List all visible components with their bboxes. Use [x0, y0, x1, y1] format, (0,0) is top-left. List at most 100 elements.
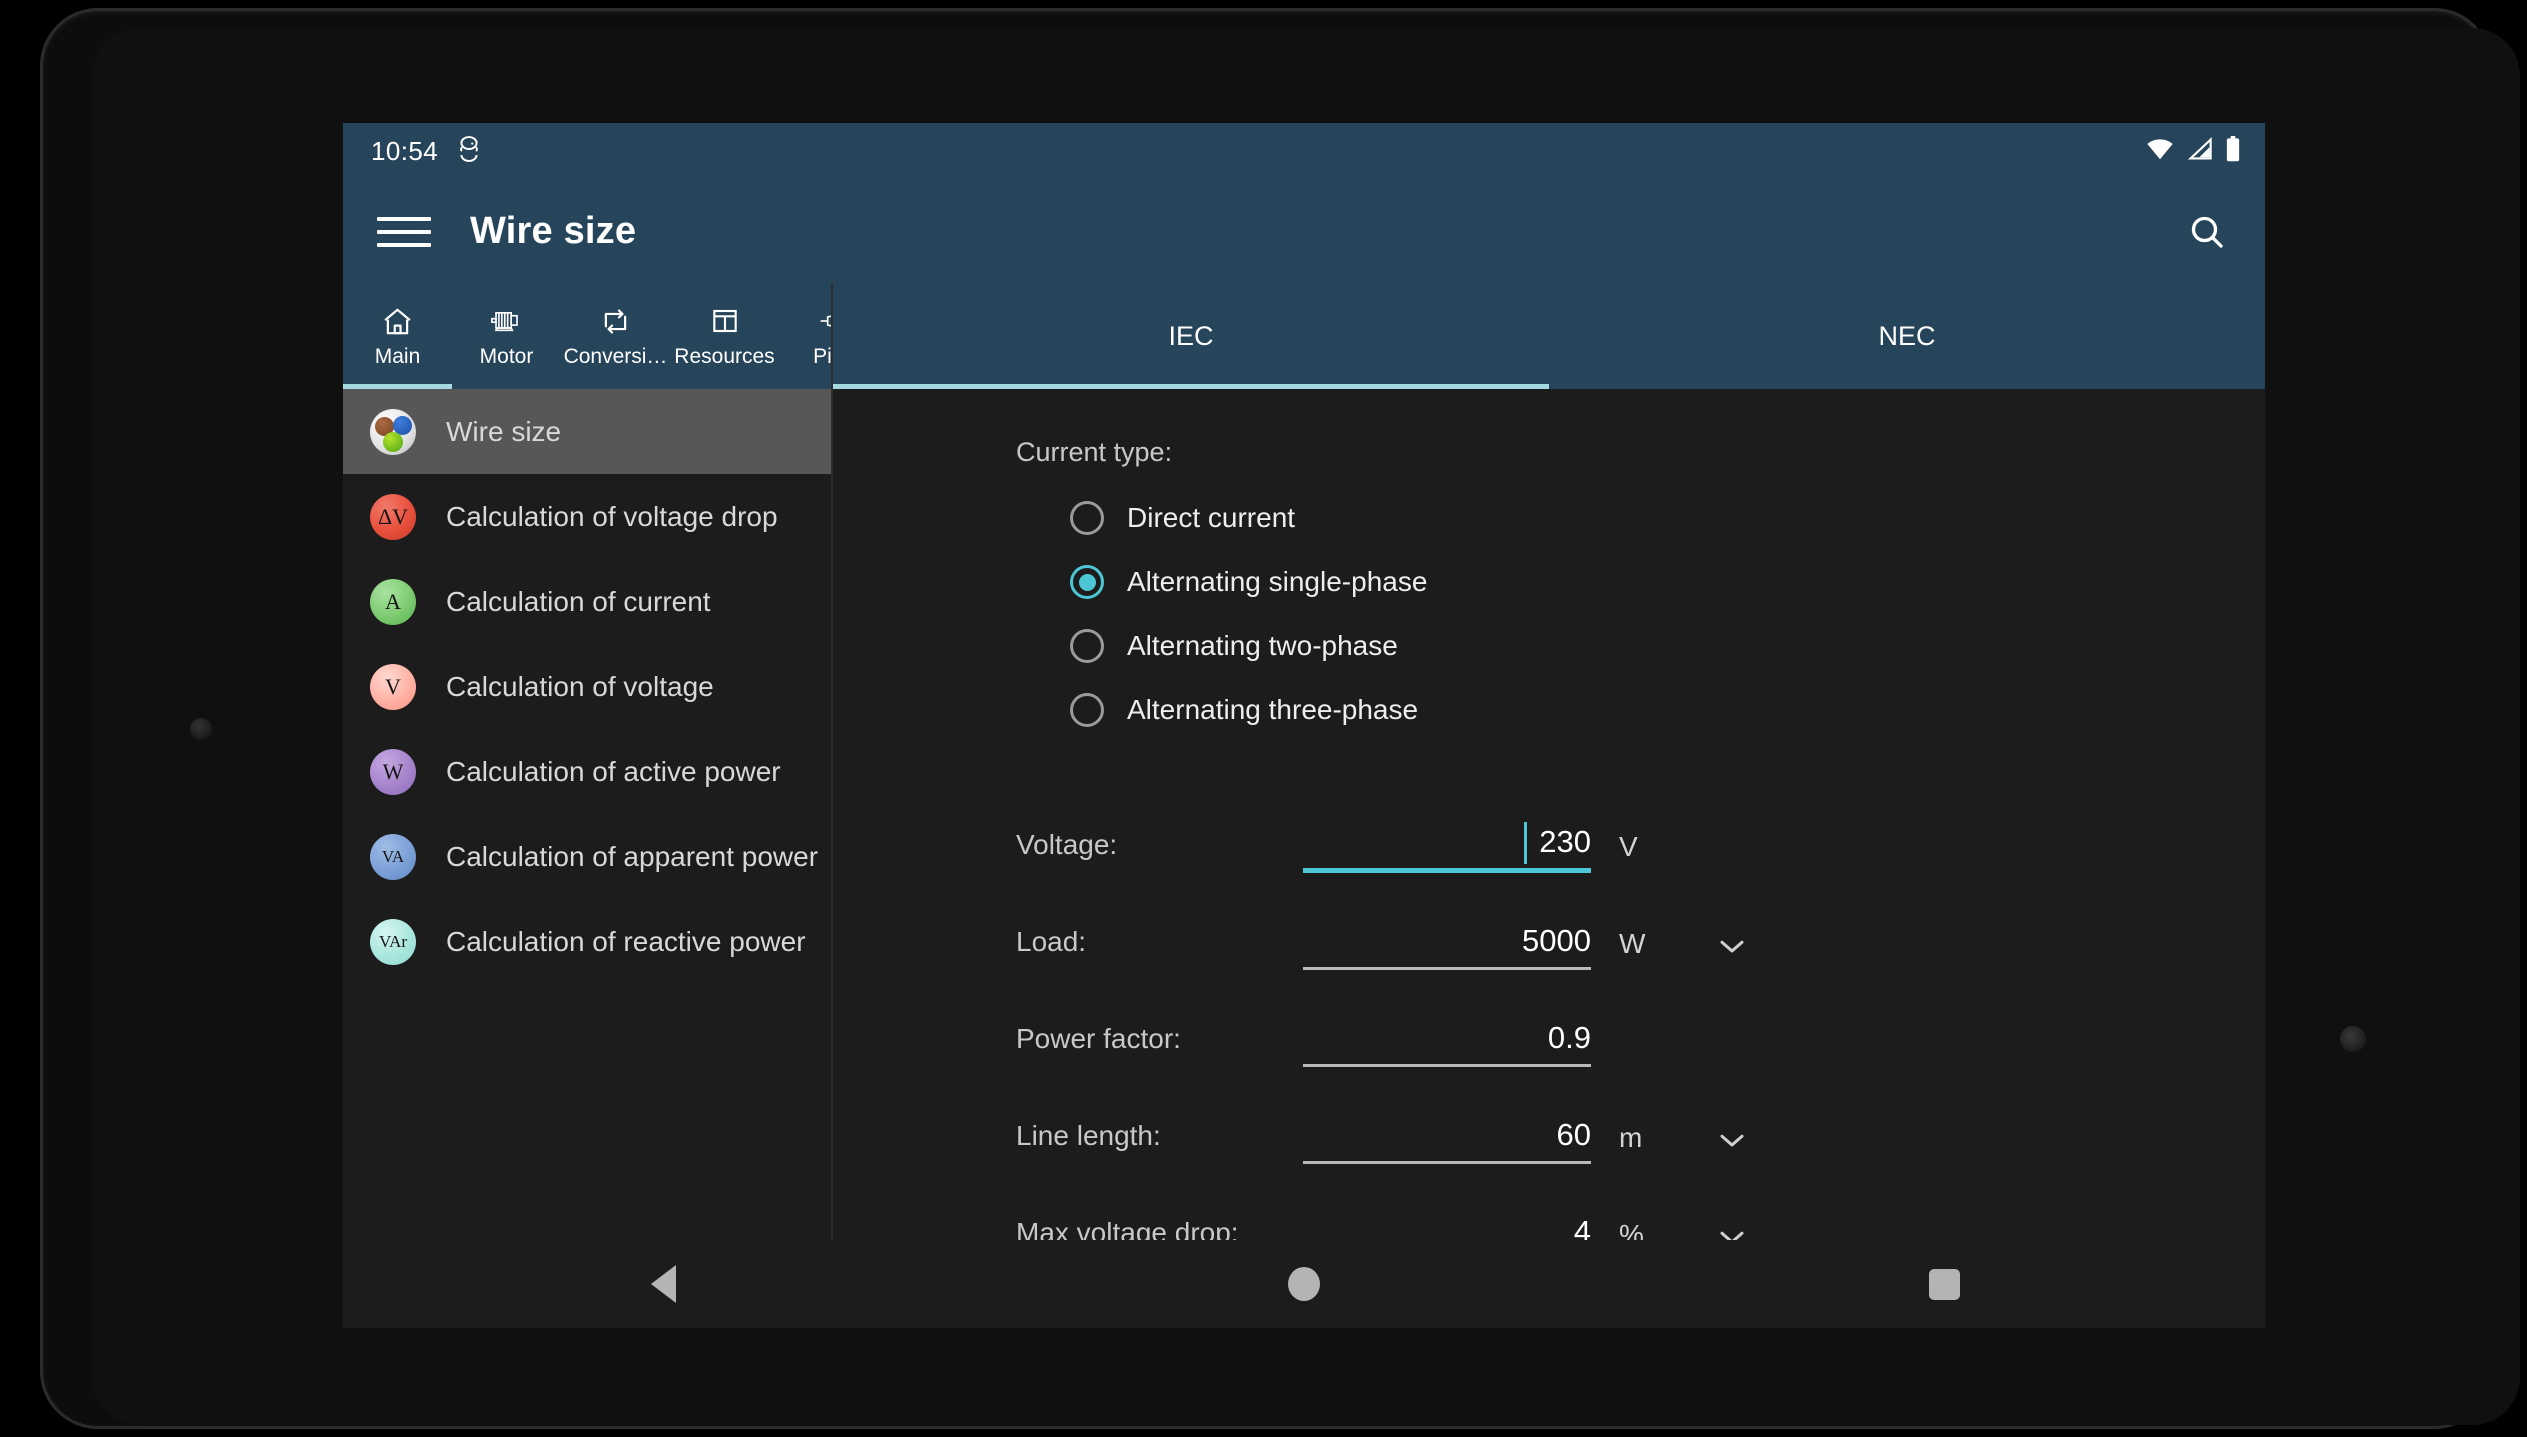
field-row-line-length: Line length: 60 m	[833, 1067, 2265, 1164]
tab-label: Pinc	[813, 345, 831, 368]
tab-main[interactable]: Main	[343, 284, 452, 389]
motor-icon	[489, 304, 524, 338]
sidebar-item-apparent-power[interactable]: VA Calculation of apparent power	[343, 814, 831, 899]
recent-apps-button[interactable]	[1870, 1240, 2020, 1328]
voltage-unit-spacer	[1687, 863, 1777, 873]
battery-icon	[2225, 135, 2241, 167]
radio-alternating-two-phase[interactable]: Alternating two-phase	[1070, 614, 2265, 678]
home-circle-icon	[1287, 1267, 1320, 1301]
radio-label: Alternating two-phase	[1127, 630, 1398, 661]
line-length-input[interactable]: 60	[1303, 1117, 1591, 1164]
voltage-drop-badge-icon: ΔV	[370, 493, 416, 540]
tab-nec[interactable]: NEC	[1549, 284, 2265, 389]
load-label: Load:	[1016, 926, 1087, 957]
tab-iec[interactable]: IEC	[833, 284, 1549, 389]
tab-label: Resources	[674, 345, 775, 368]
field-row-load: Load: 5000 W	[833, 873, 2265, 970]
tab-motor[interactable]: Motor	[452, 284, 561, 389]
sidebar-item-voltage-drop[interactable]: ΔV Calculation of voltage drop	[343, 474, 831, 559]
load-unit-dropdown[interactable]	[1687, 937, 1777, 970]
line-length-unit: m	[1619, 1122, 1643, 1153]
back-button[interactable]	[588, 1240, 738, 1328]
sidebar-item-wire-size[interactable]: Wire size	[343, 389, 831, 474]
tab-conversions[interactable]: Conversi…	[561, 284, 670, 389]
current-badge-icon: A	[370, 578, 416, 625]
content-split: Main Motor Conversi… Resources Pi Wire s…	[343, 284, 2265, 1328]
plug-icon	[816, 304, 831, 338]
sidebar-item-label: Calculation of apparent power	[446, 840, 819, 872]
radio-icon	[1070, 501, 1104, 535]
tab-label: Motor	[479, 345, 534, 368]
radio-direct-current[interactable]: Direct current	[1070, 486, 2265, 550]
sidebar-item-current[interactable]: A Calculation of current	[343, 559, 831, 644]
page-title: Wire size	[470, 210, 637, 252]
sidebar-item-label: Calculation of reactive power	[446, 925, 806, 957]
load-input[interactable]: 5000	[1303, 923, 1591, 970]
wire-core-green	[383, 431, 403, 452]
voltage-label: Voltage:	[1016, 829, 1118, 860]
standard-tab-strip: IEC NEC	[833, 284, 2265, 389]
voltage-unit: V	[1619, 831, 1638, 862]
tab-resources[interactable]: Resources	[670, 284, 779, 389]
status-bar-right	[2145, 135, 2241, 167]
radio-icon	[1070, 629, 1104, 663]
hamburger-line	[377, 242, 431, 247]
sidebar-item-voltage[interactable]: V Calculation of voltage	[343, 644, 831, 729]
voltage-badge-icon: V	[370, 663, 416, 710]
tab-label: IEC	[1168, 321, 1214, 351]
chevron-down-icon	[1717, 1131, 1747, 1154]
status-bar-clock: 10:54	[371, 135, 439, 166]
power-factor-label: Power factor:	[1016, 1023, 1181, 1054]
home-button[interactable]	[1229, 1240, 1379, 1328]
search-icon[interactable]	[2179, 204, 2235, 260]
category-tab-strip: Main Motor Conversi… Resources Pi	[343, 284, 831, 389]
sidebar-item-label: Calculation of voltage	[446, 670, 714, 702]
tab-pinout[interactable]: Pinc	[779, 284, 831, 389]
tab-label: Conversi…	[563, 345, 668, 368]
radio-alternating-single-phase[interactable]: Alternating single-phase	[1070, 550, 2265, 614]
cellular-signal-icon	[2187, 136, 2213, 166]
back-icon	[650, 1265, 676, 1303]
home-icon	[381, 304, 414, 338]
load-unit: W	[1619, 928, 1646, 959]
convert-icon	[599, 304, 632, 338]
load-value: 5000	[1522, 923, 1591, 958]
sidebar-item-label: Wire size	[446, 415, 562, 447]
left-navigation-panel: Main Motor Conversi… Resources Pi Wire s…	[343, 284, 833, 1328]
hamburger-menu-icon[interactable]	[377, 205, 431, 259]
app-bar: Wire size	[343, 179, 2265, 284]
calculator-panel: IEC NEC Current type: Direct current Alt…	[833, 284, 2265, 1328]
radio-icon	[1070, 693, 1104, 727]
tablet-frame: 10:54 Wire size Main Motor Conversi… Res…	[40, 8, 2520, 1429]
calculator-list: Wire size ΔV Calculation of voltage drop…	[343, 389, 831, 1328]
sidebar-item-active-power[interactable]: W Calculation of active power	[343, 729, 831, 814]
power-factor-input[interactable]: 0.9	[1303, 1020, 1591, 1067]
android-alarm-icon	[456, 135, 482, 167]
status-bar: 10:54	[343, 123, 2265, 179]
power-factor-unit	[1591, 1057, 1687, 1067]
line-length-value: 60	[1556, 1117, 1591, 1152]
hamburger-line	[377, 216, 431, 221]
status-bar-left: 10:54	[371, 136, 482, 167]
reactive-power-badge-icon: VAr	[370, 918, 416, 965]
power-factor-spacer	[1687, 1057, 1777, 1067]
radio-label: Alternating single-phase	[1127, 566, 1428, 597]
line-length-label: Line length:	[1016, 1120, 1161, 1151]
chevron-down-icon	[1717, 937, 1747, 960]
field-row-voltage: Voltage: 230 V	[833, 776, 2265, 873]
table-icon	[709, 304, 741, 338]
android-navigation-bar	[343, 1240, 2265, 1328]
line-length-unit-dropdown[interactable]	[1687, 1131, 1777, 1164]
voltage-input[interactable]: 230	[1303, 822, 1591, 873]
sidebar-item-label: Calculation of voltage drop	[446, 500, 778, 532]
apparent-power-badge-icon: VA	[370, 833, 416, 880]
voltage-value: 230	[1539, 824, 1591, 859]
radio-alternating-three-phase[interactable]: Alternating three-phase	[1070, 678, 2265, 742]
sensor-icon	[2340, 1026, 2366, 1052]
front-camera-icon	[190, 718, 212, 740]
hamburger-line	[377, 229, 431, 234]
sidebar-item-reactive-power[interactable]: VAr Calculation of reactive power	[343, 899, 831, 984]
wire-size-form: Current type: Direct current Alternating…	[833, 389, 2265, 1328]
radio-label: Alternating three-phase	[1127, 694, 1419, 725]
wire-size-icon	[370, 408, 416, 455]
